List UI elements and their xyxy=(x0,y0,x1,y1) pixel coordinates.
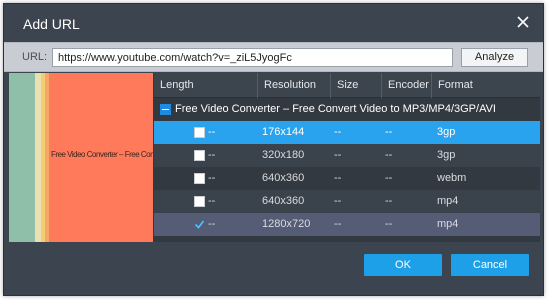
cell-encoder: -- xyxy=(385,218,393,230)
cell-encoder: -- xyxy=(385,195,393,207)
thumbnail-stripe xyxy=(45,73,49,242)
url-input[interactable] xyxy=(52,48,453,67)
url-label: URL: xyxy=(22,51,48,63)
cell-encoder: -- xyxy=(385,126,393,138)
cell-size: -- xyxy=(334,149,342,161)
cell-length: -- xyxy=(208,218,216,230)
content-area: Free Video Converter – Free Convert Vide… xyxy=(9,73,540,242)
cell-size: -- xyxy=(334,218,342,230)
cell-format: webm xyxy=(437,172,467,184)
cell-format: 3gp xyxy=(437,126,456,138)
cell-size: -- xyxy=(334,126,342,138)
cell-resolution: 640x360 xyxy=(262,195,305,207)
table-header: Length Resolution Size Encoder Format xyxy=(154,73,540,98)
column-header-resolution[interactable]: Resolution xyxy=(257,73,330,98)
row-checkbox[interactable] xyxy=(194,127,205,138)
row-checkbox[interactable] xyxy=(194,150,205,161)
cell-format: mp4 xyxy=(437,195,459,207)
cell-size: -- xyxy=(334,195,342,207)
table-row[interactable]: -- 640x360 -- -- webm xyxy=(154,167,540,190)
cell-length: -- xyxy=(208,172,216,184)
url-bar: URL: Analyze xyxy=(4,42,543,72)
video-thumbnail: Free Video Converter – Free Convert Vide… xyxy=(9,73,153,242)
close-icon xyxy=(517,16,529,28)
analyze-button[interactable]: Analyze xyxy=(461,48,528,67)
format-table: Length Resolution Size Encoder Format Fr… xyxy=(154,73,540,242)
thumbnail-stripe xyxy=(9,73,35,242)
column-header-size[interactable]: Size xyxy=(330,73,381,98)
title-bar: Add URL xyxy=(4,4,543,42)
column-header-encoder[interactable]: Encoder xyxy=(381,73,431,98)
cell-encoder: -- xyxy=(385,149,393,161)
cell-format: 3gp xyxy=(437,149,456,161)
table-row[interactable]: -- 320x180 -- -- 3gp xyxy=(154,144,540,167)
row-checkbox[interactable] xyxy=(194,196,205,207)
thumbnail-text: Free Video Converter – Free Convert Vide… xyxy=(51,150,153,159)
row-checkbox-checked[interactable] xyxy=(194,219,205,230)
add-url-dialog: Add URL URL: Analyze Free Video Converte… xyxy=(3,3,544,296)
cell-resolution: 1280x720 xyxy=(262,218,311,230)
table-row[interactable]: -- 640x360 -- -- mp4 xyxy=(154,190,540,213)
cell-length: -- xyxy=(208,126,216,138)
dialog-title: Add URL xyxy=(23,16,80,32)
ok-button[interactable]: OK xyxy=(364,254,442,276)
cancel-button[interactable]: Cancel xyxy=(451,254,529,276)
cell-length: -- xyxy=(208,195,216,207)
cell-length: -- xyxy=(208,149,216,161)
table-row[interactable]: -- 176x144 -- -- 3gp xyxy=(154,121,540,144)
checkmark-icon xyxy=(194,220,205,229)
cell-resolution: 320x180 xyxy=(262,149,305,161)
collapse-icon[interactable] xyxy=(160,104,171,115)
cell-format: mp4 xyxy=(437,218,459,230)
cell-resolution: 640x360 xyxy=(262,172,305,184)
table-row[interactable]: -- 1280x720 -- -- mp4 xyxy=(154,213,540,236)
cell-size: -- xyxy=(334,172,342,184)
cell-encoder: -- xyxy=(385,172,393,184)
cell-resolution: 176x144 xyxy=(262,126,305,138)
column-header-format[interactable]: Format xyxy=(431,73,540,98)
close-button[interactable] xyxy=(513,12,533,32)
row-checkbox[interactable] xyxy=(194,173,205,184)
group-title: Free Video Converter – Free Convert Vide… xyxy=(175,103,496,115)
column-header-length[interactable]: Length xyxy=(154,73,257,98)
group-row[interactable]: Free Video Converter – Free Convert Vide… xyxy=(154,99,540,121)
